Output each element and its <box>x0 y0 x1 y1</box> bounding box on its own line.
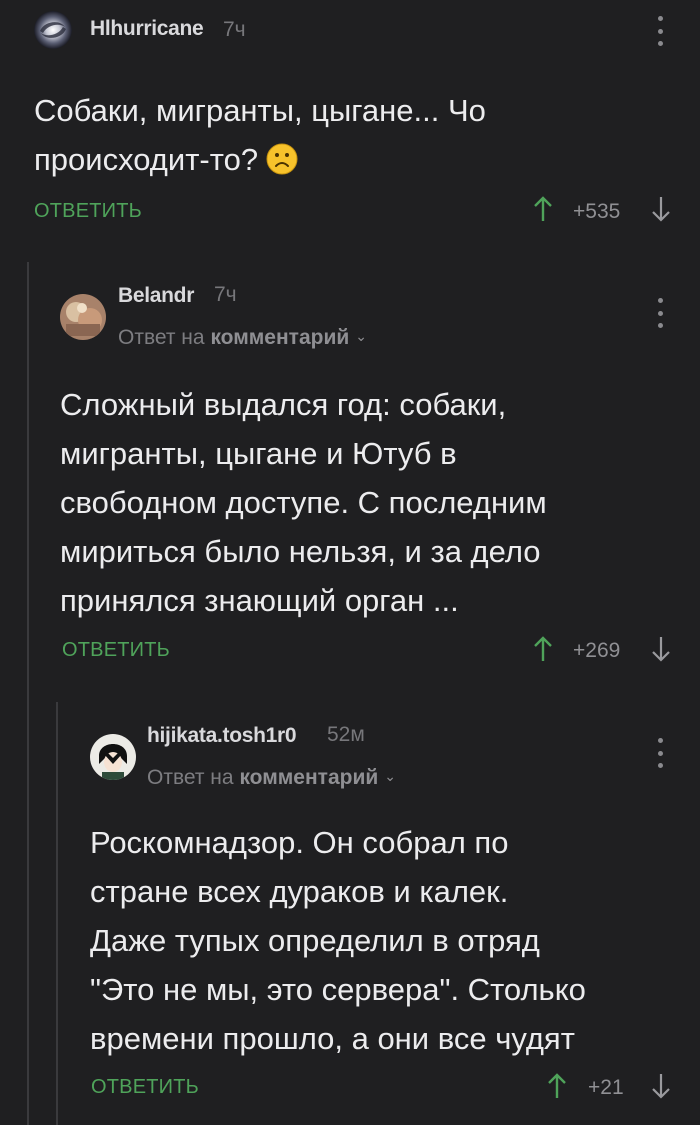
rating-count: +269 <box>573 639 621 662</box>
author-name[interactable]: Belandr <box>118 284 194 308</box>
upvote-arrow-icon[interactable] <box>533 636 553 662</box>
author-name[interactable]: Hlhurricane <box>90 17 204 41</box>
upvote-arrow-icon[interactable] <box>547 1073 567 1099</box>
frowning-face-icon <box>266 143 298 175</box>
downvote-arrow-icon[interactable] <box>651 196 671 222</box>
reply-to-prefix: Ответ на <box>147 766 234 789</box>
comment-1: Hlhurricane 7ч Собаки, мигранты, цыгане.… <box>0 0 700 240</box>
upvote-arrow-icon[interactable] <box>533 196 553 222</box>
reply-button[interactable]: ОТВЕТИТЬ <box>34 200 142 223</box>
reply-to-target: комментарий <box>210 326 350 349</box>
reply-to-target: комментарий <box>239 766 379 789</box>
comment-time: 52м <box>327 723 365 746</box>
reply-button[interactable]: ОТВЕТИТЬ <box>62 639 170 662</box>
downvote-arrow-icon[interactable] <box>651 636 671 662</box>
comment-text: Собаки, мигранты, цыгане... Чо происходи… <box>34 86 674 184</box>
reply-to-prefix: Ответ на <box>118 326 205 349</box>
avatar[interactable] <box>60 294 106 340</box>
comment-text-body: Собаки, мигранты, цыгане... Чо происходи… <box>34 93 486 177</box>
comment-text: Роскомнадзор. Он собрал по стране всех д… <box>90 825 586 1056</box>
avatar[interactable] <box>34 11 72 49</box>
reply-to-link[interactable]: Ответ на комментарий ⌄ <box>118 326 367 350</box>
reply-to-link[interactable]: Ответ на комментарий ⌄ <box>147 766 396 790</box>
more-menu-icon[interactable] <box>654 16 666 46</box>
rating-count: +535 <box>573 200 621 223</box>
more-menu-icon[interactable] <box>654 738 666 768</box>
comment-2: Belandr 7ч Ответ на комментарий ⌄ Сложный… <box>0 260 700 680</box>
author-name[interactable]: hijikata.tosh1r0 <box>147 724 297 748</box>
rating-count: +21 <box>588 1076 624 1099</box>
comment-text: Сложный выдался год: собаки, мигранты, ц… <box>60 387 547 618</box>
chevron-down-icon: ⌄ <box>355 328 367 344</box>
reply-button[interactable]: ОТВЕТИТЬ <box>91 1076 199 1099</box>
comment-time: 7ч <box>214 283 237 306</box>
more-menu-icon[interactable] <box>654 298 666 328</box>
comment-time: 7ч <box>223 18 246 41</box>
avatar[interactable] <box>90 734 136 780</box>
downvote-arrow-icon[interactable] <box>651 1073 671 1099</box>
chevron-down-icon: ⌄ <box>384 768 396 784</box>
comment-3: hijikata.tosh1r0 52м Ответ на комментари… <box>0 700 700 1125</box>
